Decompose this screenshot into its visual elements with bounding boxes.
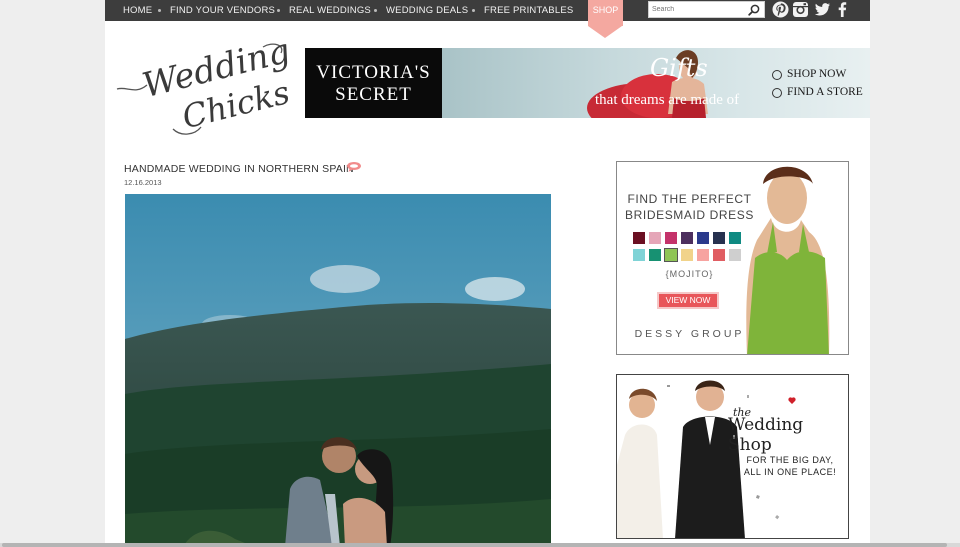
shop-tab-arrow xyxy=(588,26,622,38)
victorias-secret-banner-ad[interactable]: VICTORIA'S SECRET Gifts that dreams are … xyxy=(305,48,870,118)
ad2-tagline-line1: FOR THE BIG DAY, xyxy=(746,455,834,465)
color-swatch[interactable] xyxy=(649,249,661,261)
nav-free-printables[interactable]: FREE PRINTABLES xyxy=(484,5,573,16)
banner-headline: Gifts xyxy=(650,54,708,82)
bridesmaid-dress-ad[interactable]: FIND THE PERFECT BRIDESMAID DRESS {MOJIT… xyxy=(616,161,849,355)
twitter-icon[interactable] xyxy=(814,1,831,18)
nav-home[interactable]: HOME xyxy=(123,5,152,16)
nav-real-weddings[interactable]: REAL WEDDINGS xyxy=(289,5,371,16)
comment-icon[interactable] xyxy=(346,161,362,173)
color-swatch[interactable] xyxy=(633,232,645,244)
nav-shop-tab[interactable]: SHOP xyxy=(588,0,623,40)
nav-wedding-deals[interactable]: WEDDING DEALS xyxy=(386,5,468,16)
shop-now-link[interactable]: SHOP NOW xyxy=(787,68,846,80)
shop-tab-label: SHOP xyxy=(592,5,619,15)
model-green-dress xyxy=(746,166,830,354)
search-icon[interactable] xyxy=(748,4,760,16)
color-swatch[interactable] xyxy=(713,232,725,244)
color-swatch[interactable] xyxy=(665,232,677,244)
post-photo[interactable] xyxy=(125,194,551,547)
nav-separator xyxy=(374,9,377,12)
ad2-tagline-line2: ALL IN ONE PLACE! xyxy=(743,467,837,477)
color-swatch[interactable] xyxy=(681,249,693,261)
nav-separator xyxy=(277,9,280,12)
horizontal-scrollbar[interactable] xyxy=(0,543,960,547)
wedding-shop-name: Wedding Shop xyxy=(728,415,804,455)
post-date: 12.16.2013 xyxy=(124,178,162,187)
find-a-store-link[interactable]: FIND A STORE xyxy=(787,86,863,98)
nav-separator xyxy=(158,9,161,12)
vs-brand-line2: SECRET xyxy=(335,84,412,105)
vs-brand-box: VICTORIA'S SECRET xyxy=(305,48,442,118)
nav-find-vendors[interactable]: FIND YOUR VENDORS xyxy=(170,5,275,16)
wedding-chicks-logo[interactable]: Wedding Chicks xyxy=(113,33,293,138)
facebook-icon[interactable] xyxy=(834,1,851,18)
pinterest-icon[interactable] xyxy=(772,1,789,18)
post-title[interactable]: HANDMADE WEDDING IN NORTHERN SPAIN xyxy=(124,163,354,175)
color-swatch[interactable] xyxy=(633,249,645,261)
banner-tagline: that dreams are made of xyxy=(595,92,740,108)
banner-image: Gifts that dreams are made of SHOP NOW F… xyxy=(442,48,870,118)
color-swatch[interactable] xyxy=(713,249,725,261)
wedding-shop-ad[interactable]: the Wedding Shop FOR THE BIG DAY, ALL IN… xyxy=(616,374,849,539)
arrow-circle-icon xyxy=(772,70,782,80)
color-swatch[interactable] xyxy=(649,232,661,244)
view-now-button[interactable]: VIEW NOW xyxy=(657,292,719,309)
vs-brand-line1: VICTORIA'S xyxy=(316,62,431,83)
search-input[interactable] xyxy=(652,3,742,16)
nav-separator xyxy=(472,9,475,12)
color-swatch[interactable] xyxy=(697,232,709,244)
color-swatch[interactable] xyxy=(681,232,693,244)
color-swatch[interactable] xyxy=(664,248,678,262)
instagram-icon[interactable] xyxy=(792,1,809,18)
arrow-circle-icon xyxy=(772,88,782,98)
search-box xyxy=(648,1,765,18)
color-swatch[interactable] xyxy=(697,249,709,261)
scrollbar-thumb[interactable] xyxy=(2,543,947,547)
